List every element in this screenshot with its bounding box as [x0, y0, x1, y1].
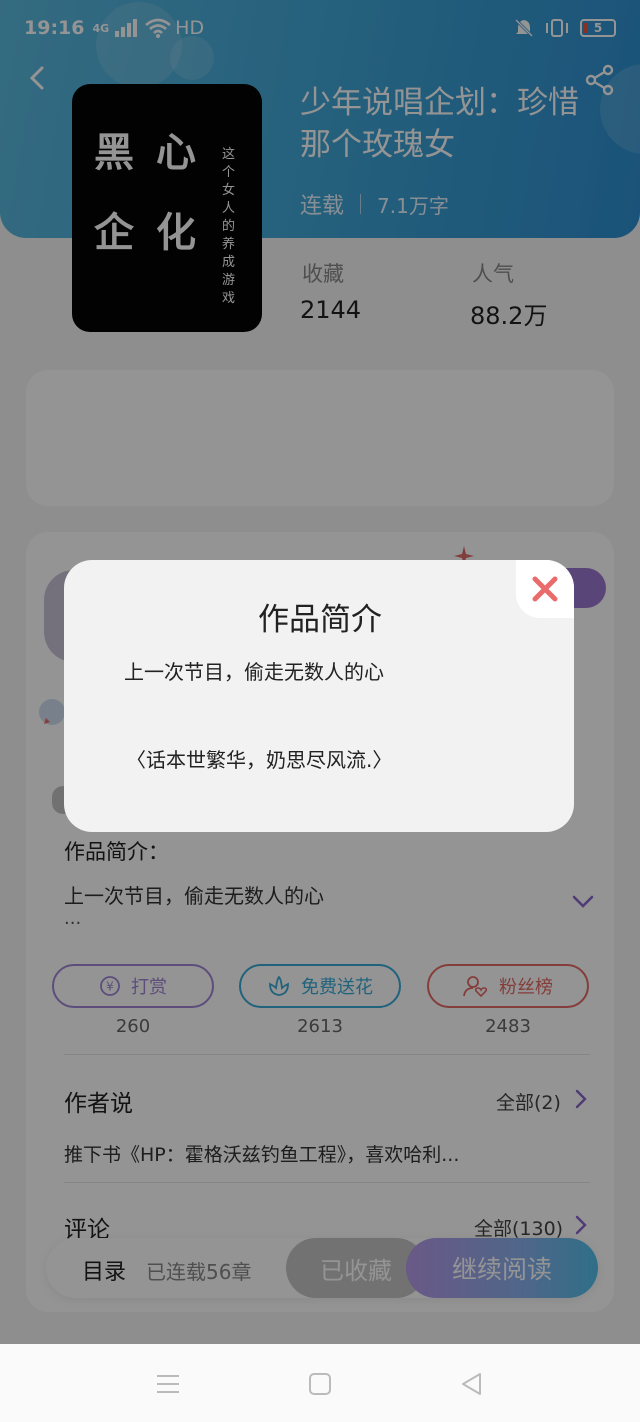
modal-title: 作品简介: [258, 602, 382, 638]
modal-intro-line: 〈话本世繁华，奶思尽风流.〉: [126, 748, 393, 772]
back-icon[interactable]: [458, 1370, 486, 1398]
modal-intro-line: 上一次节目，偷走无数人的心: [124, 660, 384, 684]
home-icon[interactable]: [306, 1370, 334, 1398]
menu-icon[interactable]: [154, 1370, 182, 1398]
